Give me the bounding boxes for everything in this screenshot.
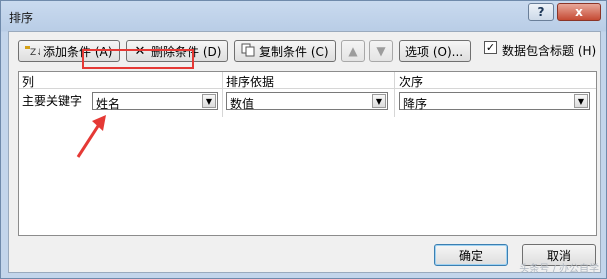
move-up-button[interactable]: ▲ xyxy=(341,40,365,62)
column-select[interactable]: 姓名 ▼ xyxy=(92,92,218,111)
order-select[interactable]: 降序 ▼ xyxy=(399,92,590,111)
sort-on-select[interactable]: 数值 ▼ xyxy=(226,92,388,111)
annotation-arrow-icon xyxy=(76,115,106,158)
column-divider xyxy=(394,72,395,117)
help-button[interactable]: ? xyxy=(528,3,554,21)
svg-text:Z↓: Z↓ xyxy=(30,48,40,57)
header-checkbox-label[interactable]: 数据包含标题 (H) xyxy=(502,42,596,59)
dialog-title: 排序 xyxy=(9,11,34,25)
add-level-icon: Z↓ xyxy=(24,43,44,60)
sort-on-select-value: 数值 xyxy=(230,97,255,111)
header-column: 列 xyxy=(22,75,35,89)
order-select-value: 降序 xyxy=(403,97,428,111)
copy-icon xyxy=(240,43,256,60)
row-label-primary-key: 主要关键字 xyxy=(22,94,83,108)
chevron-down-icon[interactable]: ▼ xyxy=(372,94,386,108)
header-sort-on: 排序依据 xyxy=(226,75,275,89)
options-button[interactable]: 选项 (O)... xyxy=(399,40,471,62)
copy-condition-label: 复制条件 (C) xyxy=(259,44,329,59)
column-select-value: 姓名 xyxy=(96,97,121,111)
column-divider xyxy=(222,72,223,117)
watermark: 头条号 / 办公自学 xyxy=(519,264,599,275)
move-down-button[interactable]: ▼ xyxy=(369,40,393,62)
ok-button[interactable]: 确定 xyxy=(434,244,508,266)
chevron-down-icon[interactable]: ▼ xyxy=(574,94,588,108)
highlight-box xyxy=(82,49,194,69)
close-button[interactable]: x xyxy=(557,3,601,21)
grid-header: 列 排序依据 次序 xyxy=(19,72,596,89)
copy-condition-button[interactable]: 复制条件 (C) xyxy=(234,40,336,62)
header-order: 次序 xyxy=(399,75,424,89)
title-bar: 排序 ? x xyxy=(1,1,606,31)
chevron-down-icon[interactable]: ▼ xyxy=(202,94,216,108)
header-checkbox[interactable]: ✓ xyxy=(484,41,497,54)
